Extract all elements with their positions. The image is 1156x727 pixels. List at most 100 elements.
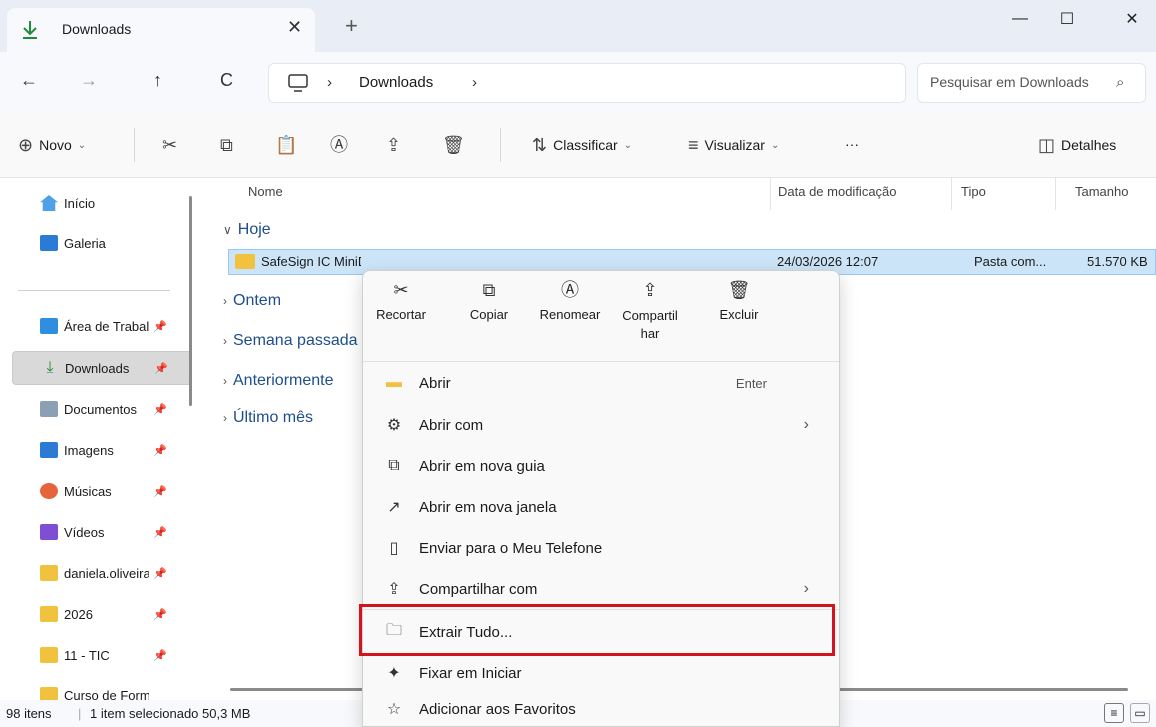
sort-icon: ⇅	[532, 135, 548, 155]
pin-icon: ✦	[387, 665, 401, 682]
share-menu-button[interactable]: ⇪ Compartilhar	[619, 281, 681, 343]
sort-button[interactable]: ⇅ Classificar ⌄	[532, 136, 632, 154]
back-button[interactable]: ←	[20, 70, 38, 91]
share-icon: ⇪	[386, 135, 402, 155]
breadcrumb-downloads[interactable]: Downloads	[359, 74, 433, 91]
menu-item-pin-to-start[interactable]: ✦ Fixar em Iniciar	[377, 655, 827, 691]
column-divider[interactable]	[1055, 178, 1056, 210]
pin-icon[interactable]: 📌	[153, 485, 167, 498]
cut-icon: ✂	[162, 135, 178, 155]
cut-menu-button[interactable]: ✂ Recortar	[371, 281, 431, 322]
folder-icon	[40, 565, 58, 581]
up-button[interactable]: ↑	[153, 70, 162, 91]
highlight-box	[359, 604, 835, 656]
sidebar-item-gallery[interactable]: Galeria	[12, 226, 192, 260]
pin-icon[interactable]: 📌	[153, 320, 167, 333]
close-button[interactable]: ✕	[1110, 4, 1154, 34]
menu-item-send-to-phone[interactable]: ▯ Enviar para o Meu Telefone	[377, 530, 827, 566]
sidebar-scrollbar[interactable]	[189, 196, 192, 406]
sidebar-item-folder[interactable]: 2026 📌	[12, 597, 192, 631]
sidebar-item-label: Downloads	[65, 360, 130, 376]
menu-item-open-with[interactable]: ⚙ Abrir com ›	[377, 407, 827, 443]
menu-item-open-new-tab[interactable]: ⧉ Abrir em nova guia	[377, 448, 827, 484]
sidebar-item-folder[interactable]: 11 - TIC 📌	[12, 638, 192, 672]
menu-item-add-favorites[interactable]: ☆ Adicionar aos Favoritos	[377, 691, 827, 727]
column-header-modified[interactable]: Data de modificação	[778, 184, 897, 199]
tiles-view-button[interactable]: ▭	[1130, 703, 1150, 723]
sidebar-item-home[interactable]: Início	[12, 186, 192, 220]
forward-button[interactable]: →	[80, 70, 98, 91]
folder-open-icon: ▬	[386, 374, 402, 391]
computer-icon	[288, 74, 308, 92]
paste-button[interactable]: 📋	[275, 136, 297, 154]
menu-item-share-with[interactable]: ⇪ Compartilhar com ›	[377, 571, 827, 607]
sidebar-item-videos[interactable]: Vídeos 📌	[12, 515, 192, 549]
group-last-month[interactable]: › Último mês	[223, 409, 313, 427]
group-last-week[interactable]: › Semana passada	[223, 332, 358, 350]
search-input[interactable]: Pesquisar em Downloads ⌕	[917, 63, 1146, 103]
group-today[interactable]: ∨ Hoje	[223, 221, 271, 239]
menu-item-label: Abrir	[419, 374, 451, 392]
cut-button[interactable]: ✂	[162, 136, 177, 154]
column-divider[interactable]	[951, 178, 952, 210]
pin-icon[interactable]: 📌	[153, 649, 167, 662]
view-button[interactable]: ≡ Visualizar ⌄	[688, 136, 779, 154]
copy-button[interactable]: ⧉	[220, 136, 233, 154]
column-header-type[interactable]: Tipo	[961, 184, 986, 199]
rename-menu-button[interactable]: Ⓐ Renomear	[535, 281, 605, 322]
toolbar-divider	[500, 128, 501, 162]
new-tab-button[interactable]: +	[345, 15, 358, 37]
group-yesterday[interactable]: › Ontem	[223, 292, 281, 310]
pin-icon[interactable]: 📌	[153, 444, 167, 457]
pin-icon[interactable]: 📌	[153, 526, 167, 539]
sidebar-item-label: daniela.oliveira	[64, 565, 149, 581]
address-bar[interactable]: › Downloads ›	[268, 63, 906, 103]
details-view-button[interactable]: ≡	[1104, 703, 1124, 723]
pin-icon[interactable]: 📌	[153, 608, 167, 621]
copy-menu-button[interactable]: ⧉ Copiar	[459, 281, 519, 322]
sidebar-item-label: Imagens	[64, 442, 114, 458]
chevron-right-icon: ›	[223, 334, 227, 348]
copy-icon: ⧉	[482, 280, 496, 300]
sidebar-item-folder[interactable]: daniela.oliveira 📌	[12, 556, 192, 590]
delete-menu-button[interactable]: 🗑 Excluir	[709, 281, 769, 322]
menu-item-label: Adicionar aos Favoritos	[419, 700, 576, 718]
file-modified: 24/03/2026 12:07	[777, 254, 879, 269]
folder-icon	[40, 647, 58, 663]
rename-button[interactable]: Ⓐ	[330, 136, 348, 154]
new-tab-icon: ⧉	[388, 457, 400, 474]
delete-label: Excluir	[719, 307, 759, 322]
sidebar-item-label: Início	[64, 195, 96, 211]
pin-icon[interactable]: 📌	[154, 362, 168, 375]
tab-downloads[interactable]: Downloads ✕	[7, 8, 315, 52]
group-earlier[interactable]: › Anteriormente	[223, 372, 334, 390]
pin-icon[interactable]: 📌	[153, 403, 167, 416]
column-header-size[interactable]: Tamanho	[1075, 184, 1128, 199]
delete-button[interactable]: 🗑	[442, 136, 465, 154]
breadcrumb-separator[interactable]: ›	[472, 74, 477, 91]
sidebar-item-downloads[interactable]: ⤓ Downloads 📌	[12, 351, 192, 385]
tab-close-icon[interactable]: ✕	[287, 17, 302, 38]
column-header-name[interactable]: Nome	[248, 184, 283, 199]
refresh-button[interactable]: C	[220, 70, 233, 91]
maximize-button[interactable]: ☐	[1045, 4, 1089, 34]
sidebar-item-pictures[interactable]: Imagens 📌	[12, 433, 192, 467]
details-button[interactable]: ◫ Detalhes	[1038, 136, 1116, 154]
menu-item-label: Compartilhar com	[419, 580, 538, 598]
sidebar-item-desktop[interactable]: Área de Trabalho 📌	[12, 309, 192, 343]
share-button[interactable]: ⇪	[386, 136, 401, 154]
sidebar-item-documents[interactable]: Documentos 📌	[12, 392, 192, 426]
pin-icon[interactable]: 📌	[153, 567, 167, 580]
star-icon: ☆	[386, 701, 402, 718]
share-label: Compartilhar	[622, 308, 678, 341]
sidebar-item-music[interactable]: Músicas 📌	[12, 474, 192, 508]
column-divider[interactable]	[770, 178, 771, 210]
menu-item-open-new-window[interactable]: ↗ Abrir em nova janela	[377, 489, 827, 525]
new-button[interactable]: ⊕ Novo ⌄	[18, 136, 86, 154]
sidebar-item-folder[interactable]: Curso de Formação	[12, 678, 192, 700]
sidebar-item-label: Vídeos	[64, 524, 105, 540]
menu-item-open[interactable]: ▬ Abrir Enter	[377, 365, 827, 401]
more-button[interactable]: ···	[845, 136, 859, 152]
shortcut-label: Enter	[735, 375, 767, 391]
minimize-button[interactable]: —	[998, 4, 1042, 34]
